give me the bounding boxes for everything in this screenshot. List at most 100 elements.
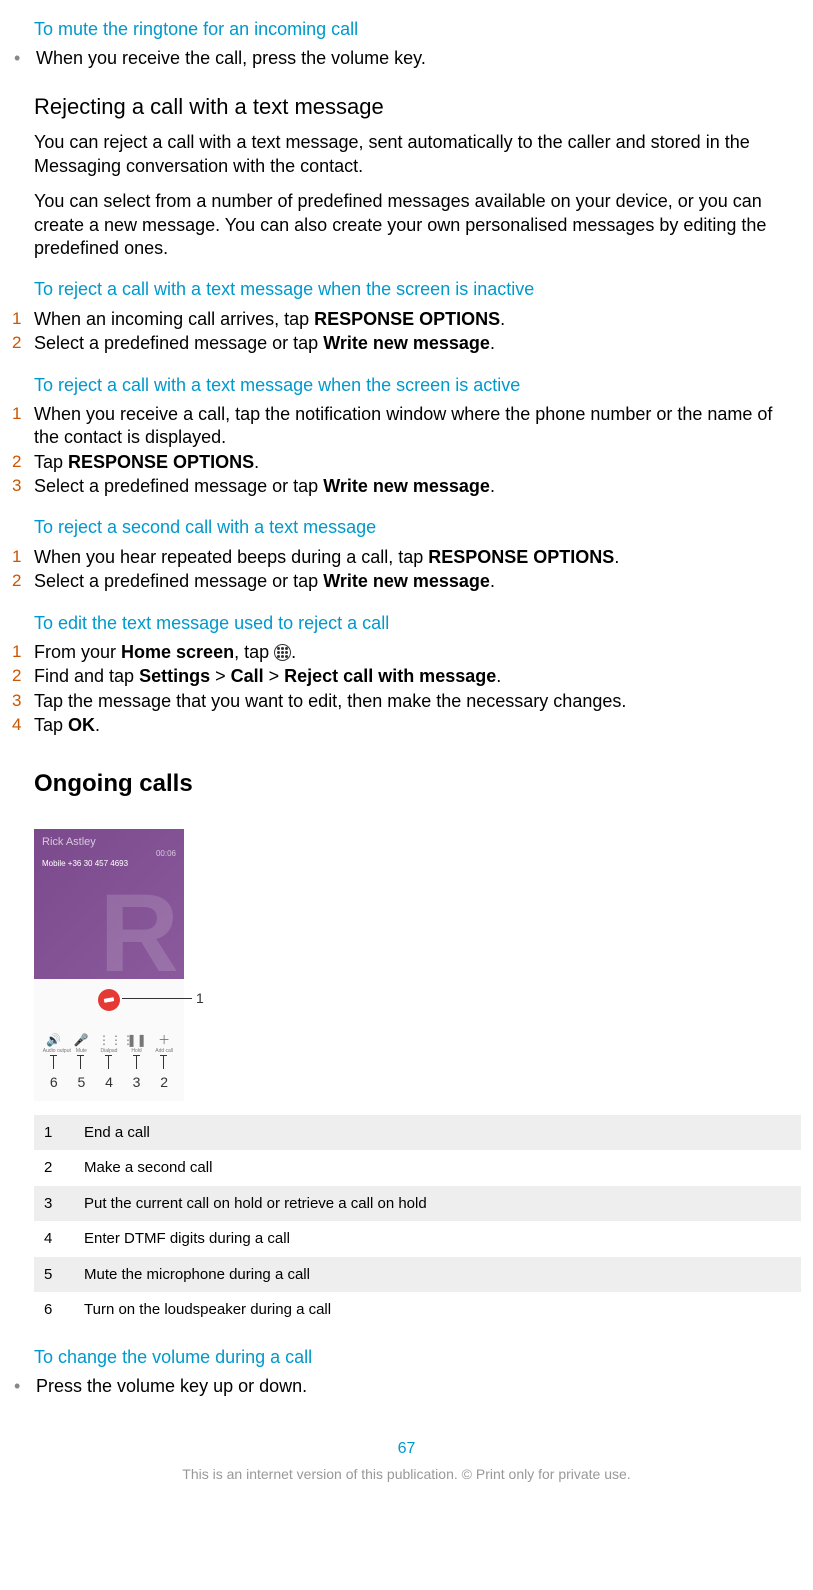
text: When an incoming call arrives, tap xyxy=(34,309,314,329)
apps-icon xyxy=(274,644,291,661)
step-row: 1 When you receive a call, tap the notif… xyxy=(12,403,801,450)
step-row: 2 Tap RESPONSE OPTIONS. xyxy=(12,451,801,474)
page-number: 67 xyxy=(12,1439,801,1460)
callout-line xyxy=(122,998,192,999)
legend-text: Enter DTMF digits during a call xyxy=(84,1229,791,1249)
text: > xyxy=(264,666,285,686)
step-number: 1 xyxy=(12,403,34,425)
step-text: When you receive a call, tap the notific… xyxy=(34,403,801,450)
bold-text: RESPONSE OPTIONS xyxy=(428,547,614,567)
bold-text: Call xyxy=(231,666,264,686)
heading-ongoing-calls: Ongoing calls xyxy=(34,768,801,799)
heading-reject-active: To reject a call with a text message whe… xyxy=(34,374,801,397)
legend-num: 5 xyxy=(44,1265,84,1285)
step-text: Select a predefined message or tap Write… xyxy=(34,332,801,355)
step-text: When an incoming call arrives, tap RESPO… xyxy=(34,308,801,331)
step-row: 1 When an incoming call arrives, tap RES… xyxy=(12,308,801,331)
step-row: 2 Select a predefined message or tap Wri… xyxy=(12,332,801,355)
call-icon-row: 🔊Audio output 🎤Mute ⋮⋮⋮Dialpad ❚❚Hold ＋A… xyxy=(34,1033,184,1055)
bullet-row: • Press the volume key up or down. xyxy=(12,1375,801,1398)
step-text: Tap RESPONSE OPTIONS. xyxy=(34,451,801,474)
step-text: From your Home screen, tap . xyxy=(34,641,801,664)
dialpad-icon: ⋮⋮⋮Dialpad xyxy=(98,1033,120,1055)
legend-text: End a call xyxy=(84,1123,791,1143)
text: . xyxy=(496,666,501,686)
step-number: 4 xyxy=(12,714,34,736)
text: . xyxy=(500,309,505,329)
heading-rejecting-call: Rejecting a call with a text message xyxy=(34,93,801,122)
text: Find and tap xyxy=(34,666,139,686)
bold-text: Reject call with message xyxy=(284,666,496,686)
step-number: 1 xyxy=(12,308,34,330)
footer-note: This is an internet version of this publ… xyxy=(12,1465,801,1483)
legend-row: 3 Put the current call on hold or retrie… xyxy=(34,1186,801,1222)
legend-row: 1 End a call xyxy=(34,1115,801,1151)
legend-text: Put the current call on hold or retrieve… xyxy=(84,1194,791,1214)
step-row: 3 Tap the message that you want to edit,… xyxy=(12,690,801,713)
phone-screenshot: Rick Astley Mobile +36 30 457 4693 00:06… xyxy=(34,829,214,1101)
bullet-row: • When you receive the call, press the v… xyxy=(12,47,801,70)
legend-num: 2 xyxy=(44,1158,84,1178)
text: Select a predefined message or tap xyxy=(34,476,323,496)
text: . xyxy=(254,452,259,472)
text: . xyxy=(95,715,100,735)
bold-text: Settings xyxy=(139,666,210,686)
text: . xyxy=(490,476,495,496)
step-number: 3 xyxy=(12,690,34,712)
step-number: 2 xyxy=(12,570,34,592)
callout-n6: 6 xyxy=(50,1073,58,1091)
mute-icon: 🎤Mute xyxy=(70,1033,92,1055)
end-call-button xyxy=(98,989,120,1011)
heading-edit-message: To edit the text message used to reject … xyxy=(34,612,801,635)
text: Tap xyxy=(34,452,68,472)
bold-text: Write new message xyxy=(323,571,490,591)
legend-text: Turn on the loudspeaker during a call xyxy=(84,1300,791,1320)
legend-text: Mute the microphone during a call xyxy=(84,1265,791,1285)
legend-num: 6 xyxy=(44,1300,84,1320)
step-number: 1 xyxy=(12,546,34,568)
legend-row: 6 Turn on the loudspeaker during a call xyxy=(34,1292,801,1328)
legend-num: 3 xyxy=(44,1194,84,1214)
step-row: 1 When you hear repeated beeps during a … xyxy=(12,546,801,569)
call-duration: 00:06 xyxy=(156,849,176,859)
bullet-text: Press the volume key up or down. xyxy=(36,1375,801,1398)
callout-n5: 5 xyxy=(77,1073,85,1091)
contact-initial: R xyxy=(100,879,179,989)
callout-label-1: 1 xyxy=(196,989,204,1007)
step-row: 2 Select a predefined message or tap Wri… xyxy=(12,570,801,593)
step-number: 3 xyxy=(12,475,34,497)
bullet-dot: • xyxy=(12,47,36,70)
bold-text: RESPONSE OPTIONS xyxy=(68,452,254,472)
phone-call-controls: 1 🔊Audio output 🎤Mute ⋮⋮⋮Dialpad ❚❚Hold … xyxy=(34,979,184,1101)
step-text: Find and tap Settings > Call > Reject ca… xyxy=(34,665,801,688)
legend-num: 1 xyxy=(44,1123,84,1143)
paragraph: You can reject a call with a text messag… xyxy=(34,131,801,178)
callout-n4: 4 xyxy=(105,1073,113,1091)
step-text: When you hear repeated beeps during a ca… xyxy=(34,546,801,569)
callout-n3: 3 xyxy=(133,1073,141,1091)
step-text: Select a predefined message or tap Write… xyxy=(34,475,801,498)
text: > xyxy=(210,666,231,686)
callout-numbers: 6 5 4 3 2 xyxy=(34,1055,184,1097)
bold-text: Write new message xyxy=(323,476,490,496)
caller-number: Mobile +36 30 457 4693 xyxy=(42,859,128,869)
text: Tap xyxy=(34,715,68,735)
bold-text: OK xyxy=(68,715,95,735)
heading-mute-ringtone: To mute the ringtone for an incoming cal… xyxy=(34,18,801,41)
step-number: 1 xyxy=(12,641,34,663)
text: . xyxy=(490,571,495,591)
text: . xyxy=(291,642,296,662)
paragraph: You can select from a number of predefin… xyxy=(34,190,801,260)
text: , tap xyxy=(234,642,274,662)
heading-change-volume: To change the volume during a call xyxy=(34,1346,801,1369)
step-row: 3 Select a predefined message or tap Wri… xyxy=(12,475,801,498)
heading-reject-second-call: To reject a second call with a text mess… xyxy=(34,516,801,539)
legend-row: 4 Enter DTMF digits during a call xyxy=(34,1221,801,1257)
bold-text: Write new message xyxy=(323,333,490,353)
text: Select a predefined message or tap xyxy=(34,571,323,591)
step-number: 2 xyxy=(12,665,34,687)
phone-call-header: Rick Astley Mobile +36 30 457 4693 00:06… xyxy=(34,829,184,979)
step-text: Tap OK. xyxy=(34,714,801,737)
heading-reject-inactive: To reject a call with a text message whe… xyxy=(34,278,801,301)
add-call-icon: ＋Add call xyxy=(153,1033,175,1055)
